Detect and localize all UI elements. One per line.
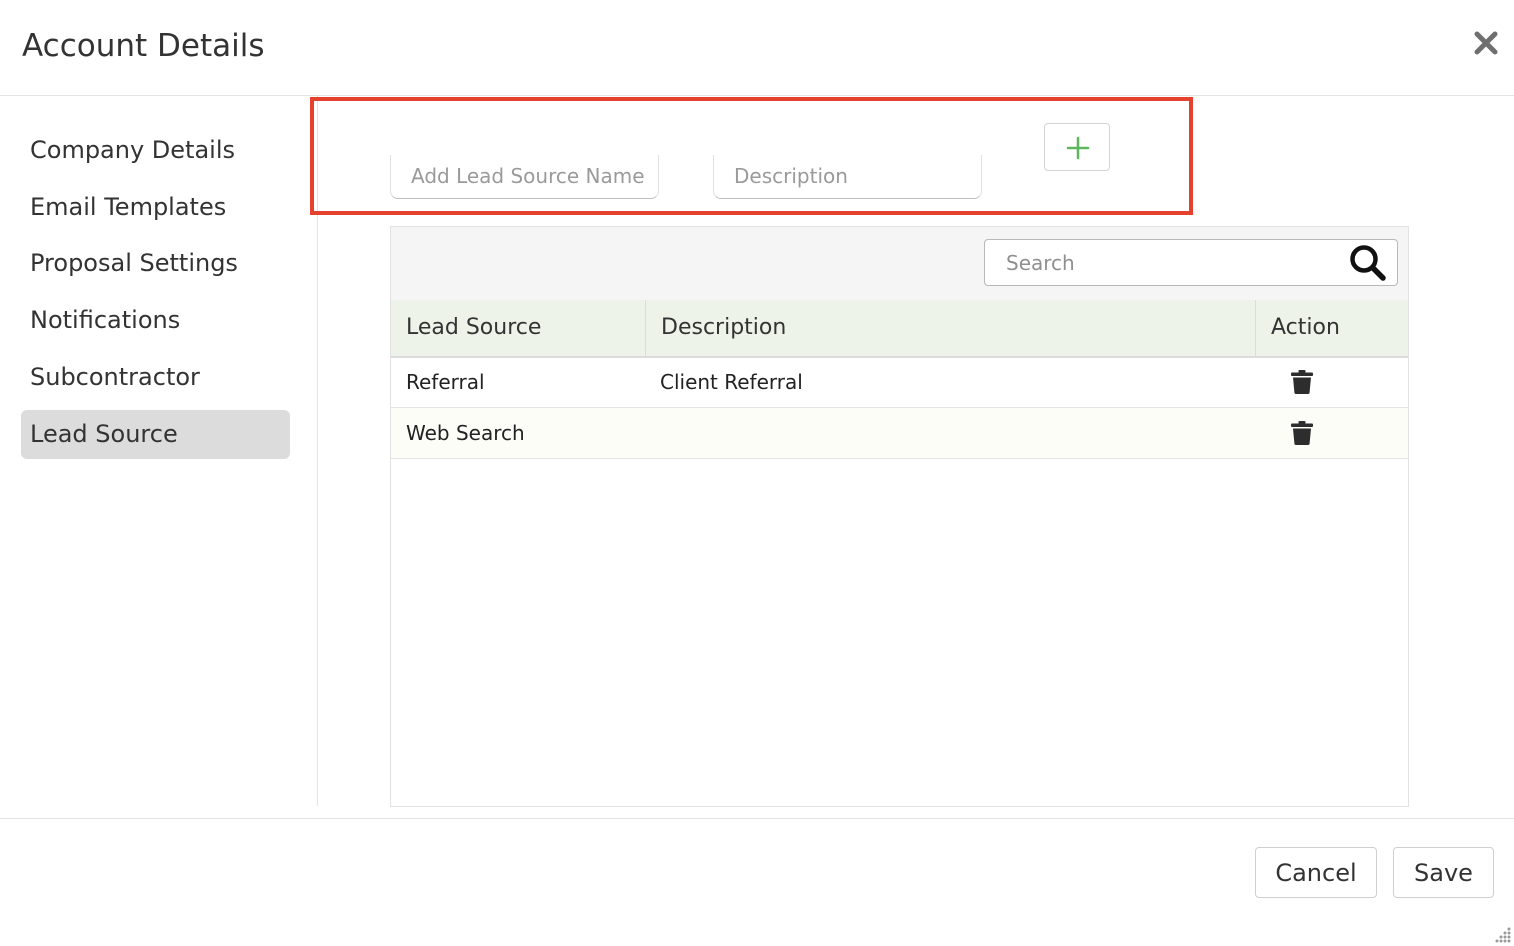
column-header-action: Action xyxy=(1255,300,1408,356)
sidebar-item-proposal-settings[interactable]: Proposal Settings xyxy=(21,239,290,288)
add-lead-source-button[interactable] xyxy=(1044,123,1110,171)
sidebar-item-company-details[interactable]: Company Details xyxy=(21,126,290,175)
cancel-button[interactable]: Cancel xyxy=(1255,847,1377,898)
dialog-title: Account Details xyxy=(22,28,265,64)
search-input[interactable] xyxy=(985,240,1358,286)
table-header: Lead Source Description Action xyxy=(391,300,1408,358)
dialog-header: Account Details xyxy=(0,0,1514,96)
column-header-lead-source[interactable]: Lead Source xyxy=(391,300,645,356)
lead-source-name-field xyxy=(390,155,659,199)
trash-icon[interactable] xyxy=(1291,370,1313,394)
close-icon xyxy=(1474,31,1498,55)
footer-divider xyxy=(0,818,1514,819)
description-field xyxy=(713,155,982,199)
sidebar-item-lead-source[interactable]: Lead Source xyxy=(21,410,290,459)
resize-grip-icon[interactable] xyxy=(1494,926,1512,944)
table-row[interactable]: Web Search xyxy=(391,408,1408,459)
close-button[interactable] xyxy=(1470,27,1502,59)
save-button[interactable]: Save xyxy=(1393,847,1494,898)
description-input[interactable] xyxy=(714,155,981,197)
trash-icon[interactable] xyxy=(1291,421,1313,445)
sidebar-item-notifications[interactable]: Notifications xyxy=(21,296,290,345)
cell-description: Client Referral xyxy=(660,370,803,394)
settings-sidebar: Company Details Email Templates Proposal… xyxy=(0,96,318,806)
search-icon[interactable] xyxy=(1349,244,1387,282)
search-box xyxy=(984,239,1398,286)
sidebar-item-subcontractor[interactable]: Subcontractor xyxy=(21,353,290,402)
cell-lead-source: Web Search xyxy=(406,421,525,445)
sidebar-item-email-templates[interactable]: Email Templates xyxy=(21,183,290,232)
cell-lead-source: Referral xyxy=(406,370,485,394)
cell-description xyxy=(645,408,1255,458)
column-header-description[interactable]: Description xyxy=(645,300,1255,356)
table-row[interactable]: Referral Client Referral xyxy=(391,357,1408,408)
plus-icon xyxy=(1066,136,1090,160)
lead-source-table: Lead Source Description Action Referral … xyxy=(390,226,1409,807)
table-toolbar xyxy=(391,227,1408,301)
lead-source-name-input[interactable] xyxy=(391,155,658,197)
